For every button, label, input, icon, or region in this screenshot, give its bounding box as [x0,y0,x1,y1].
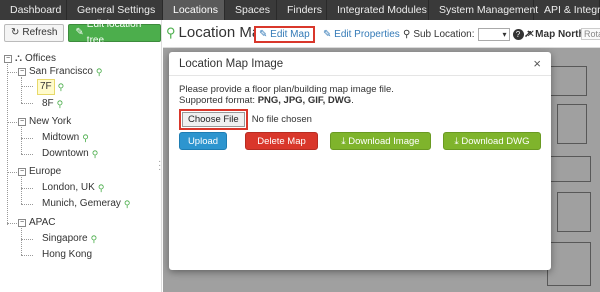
tree-node-label: Offices [25,53,56,64]
tree-node-label: Downtown [42,148,89,159]
location-pin-icon: ⚲ [56,99,64,109]
dialog-body: Please provide a floor plan/building map… [179,84,541,150]
refresh-icon: ↻ [11,27,20,38]
download-icon: ⤓ [341,136,346,147]
choose-file-button[interactable]: Choose File [179,109,248,130]
tree-node-midtown[interactable]: Midtown ⚲ [42,131,89,145]
sub-location-select[interactable]: ▾ [477,28,510,41]
edit-properties-button[interactable]: ✎ Edit Properties [323,29,400,40]
close-icon[interactable]: × [533,56,541,71]
tab-spaces[interactable]: Spaces [225,0,277,20]
collapse-toggle[interactable]: − [18,68,26,76]
collapse-toggle[interactable]: − [18,168,26,176]
location-map-header: ⚲ Location Map ✎ Edit Map ✎ Edit Propert… [163,20,600,48]
tree-node-munich[interactable]: Munich, Gemeray ⚲ [42,197,131,211]
edit-location-tree-button[interactable]: ✎ Edit location tree [68,19,161,46]
dialog-title: Location Map Image [179,58,284,70]
tree-node-hong-kong[interactable]: Hong Kong [42,248,92,262]
tree-node-root[interactable]: − ⛬ Offices [4,52,56,66]
dialog-header: Location Map Image × [169,52,551,76]
supported-formats: Supported format: PNG, JPG, GIF, DWG. [179,95,354,106]
edit-properties-label: Edit Properties [334,29,400,40]
sub-location-label: Sub Location: [413,29,475,40]
location-pin-icon: ⚲ [123,199,131,209]
tree-node-label: Europe [29,166,62,177]
collapse-toggle[interactable]: − [18,219,26,227]
download-image-button[interactable]: ⤓ Download Image [330,132,431,150]
edit-map-label: Edit Map [270,29,310,40]
supported-formats-list: PNG, JPG, GIF, DWG [257,95,352,106]
tree-node-label: Midtown [42,132,80,143]
location-pin-icon: ⚲ [90,234,98,244]
dialog-actions: Upload Delete Map ⤓ Download Image ⤓ Dow… [179,132,541,150]
download-image-label: Download Image [348,136,420,147]
map-marker-icon: ⚲ [403,29,411,40]
upload-instruction: Please provide a floor plan/building map… [179,84,394,95]
sub-location-control: ⚲ Sub Location: ▾ ? ✕ [403,28,535,41]
choose-file-label: Choose File [182,112,245,127]
tab-finders[interactable]: Finders [277,0,327,20]
tree-toolbar: ↻ Refresh ✎ Edit location tree [4,19,161,46]
tree-node-new-york[interactable]: − New York [18,115,71,129]
tree-node-label: Singapore [42,233,88,244]
tree-node-san-francisco[interactable]: − San Francisco ⚲ [18,65,103,79]
pencil-icon: ✎ [75,27,84,38]
tree-node-label: London, UK [42,182,95,193]
delete-map-button[interactable]: Delete Map [245,132,318,150]
tree-node-label: New York [29,116,72,127]
tab-dashboard[interactable]: Dashboard [0,0,67,20]
help-icon[interactable]: ? [512,29,524,40]
pencil-icon: ✎ [323,29,332,40]
tree-node-apac[interactable]: − APAC [18,216,56,230]
edit-location-tree-label: Edit location tree [86,19,142,46]
supported-formats-label: Supported format: [179,95,256,106]
tree-node-downtown[interactable]: Downtown ⚲ [42,147,98,161]
file-input: Choose File No file chosen [179,109,312,130]
edit-map-button[interactable]: ✎ Edit Map [254,26,315,43]
tree-node-label: San Francisco [29,66,93,77]
map-north-control: ➚ Map North: [524,29,588,40]
tree-node-label: Hong Kong [42,249,93,260]
tree-node-8f[interactable]: 8F ⚲ [42,97,63,111]
panel-resize-handle[interactable]: · · · [158,157,161,175]
tree-node-label: APAC [29,217,56,228]
north-arrow-icon: ➚ [524,29,533,40]
file-status: No file chosen [251,114,312,125]
download-dwg-label: Download DWG [461,136,530,147]
location-pin-icon: ⚲ [166,24,176,40]
location-pin-icon: ⚲ [97,183,105,193]
location-tree: − ⛬ Offices − San Francisco ⚲ 7F ⚲ 8F ⚲ … [4,50,158,280]
download-icon: ⤓ [454,136,459,147]
tree-node-europe[interactable]: − Europe [18,165,61,179]
tab-api-integration[interactable]: API & Integration [534,0,600,20]
refresh-label: Refresh [22,27,58,38]
tab-system-management[interactable]: System Management [429,0,538,20]
tree-node-7f[interactable]: 7F ⚲ [37,79,65,95]
tab-locations[interactable]: Locations [163,0,225,20]
tree-node-label: Munich, Gemeray [42,198,121,209]
location-pin-icon: ⚲ [57,82,65,92]
location-tree-panel: ↻ Refresh ✎ Edit location tree − ⛬ Offic… [0,19,162,292]
tab-integrated-modules[interactable]: Integrated Modules [327,0,429,20]
location-pin-icon: ⚲ [82,133,89,143]
tree-node-singapore[interactable]: Singapore ⚲ [42,232,97,246]
location-map-image-dialog: Location Map Image × Please provide a fl… [169,52,551,270]
pencil-icon: ✎ [259,29,268,40]
location-pin-icon: ⚲ [91,149,99,159]
location-pin-icon: ⚲ [95,67,103,77]
tree-node-london[interactable]: London, UK ⚲ [42,181,104,195]
sitemap-icon: ⛬ [15,53,22,64]
tree-node-label: 7F [37,79,55,95]
collapse-toggle[interactable]: − [18,118,26,126]
download-dwg-button[interactable]: ⤓ Download DWG [443,132,541,150]
refresh-button[interactable]: ↻ Refresh [4,24,65,42]
tree-node-label: 8F [42,98,54,109]
rotate-button[interactable]: Rota [581,28,600,40]
collapse-toggle[interactable]: − [4,55,12,63]
upload-button[interactable]: Upload [179,132,227,150]
